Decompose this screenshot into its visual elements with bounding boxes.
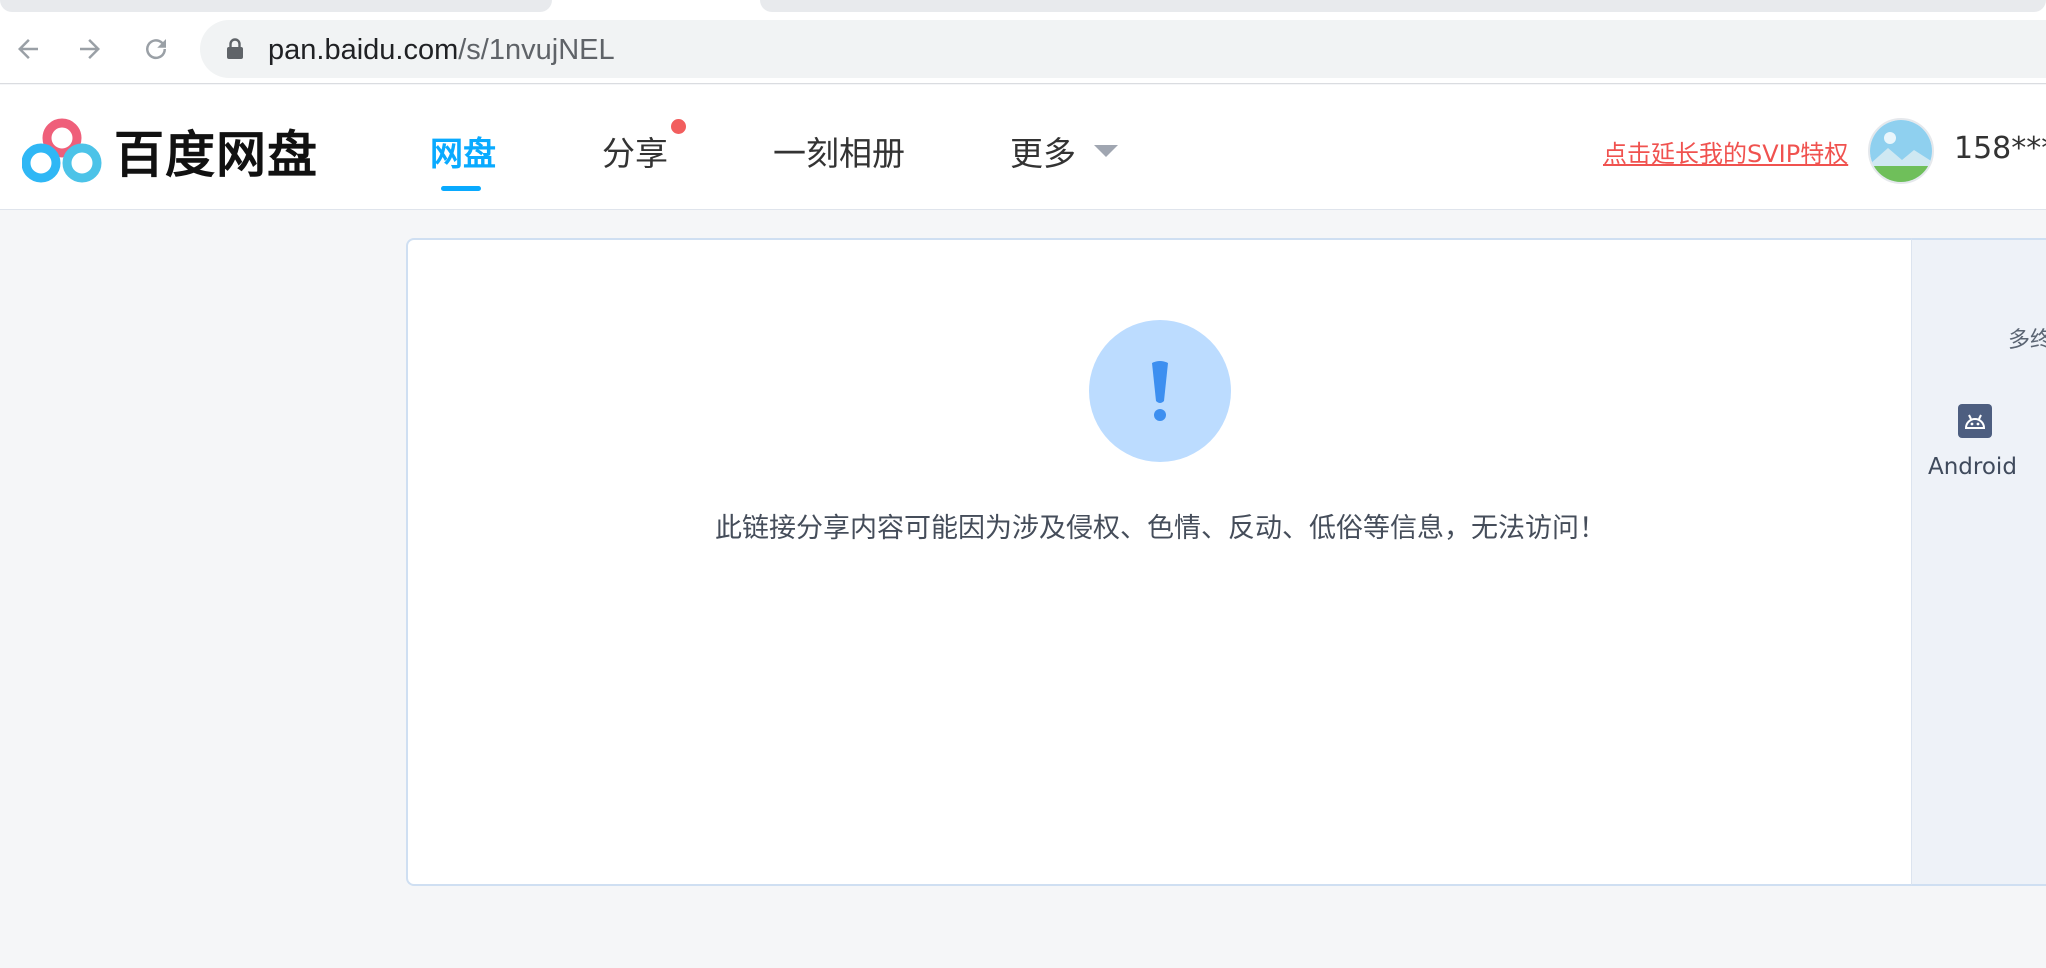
share-error-card: 此链接分享内容可能因为涉及侵权、色情、反动、低俗等信息，无法访问！: [406, 238, 1911, 886]
logo-text: 百度网盘: [114, 126, 318, 184]
svip-renew-link[interactable]: 点击延长我的SVIP特权: [1603, 134, 1848, 169]
lock-icon: [227, 38, 243, 59]
browser-tab-strip: [0, 0, 2046, 14]
baidu-netdisk-logo-icon: [22, 118, 102, 183]
error-message: 此链接分享内容可能因为涉及侵权、色情、反动、低俗等信息，无法访问！: [715, 513, 1606, 544]
avatar-image: [1870, 120, 1932, 182]
reload-button[interactable]: [136, 29, 176, 69]
client-download-panel: 多终 Android: [1911, 238, 2046, 886]
app-header: 百度网盘 网盘 分享 一刻相册 更多 点击延长我的SVIP特权 158***: [0, 85, 2046, 210]
url-host: pan.baidu.com: [268, 34, 459, 66]
browser-toolbar: pan.baidu.com/s/1nvujNEL: [0, 14, 2046, 84]
back-arrow-icon: [18, 39, 38, 59]
browser-tab[interactable]: [0, 0, 552, 12]
browser-tab[interactable]: [760, 0, 2046, 12]
url-path: /s/1nvujNEL: [458, 34, 615, 66]
username[interactable]: 158***: [1954, 131, 2046, 166]
logo[interactable]: 百度网盘: [22, 115, 318, 187]
nav-item-album[interactable]: 一刻相册: [773, 127, 905, 175]
exclamation-icon: [1152, 361, 1168, 421]
nav-item-netdisk[interactable]: 网盘: [430, 127, 496, 175]
avatar[interactable]: [1868, 118, 1934, 184]
notification-dot: [671, 119, 686, 134]
url-text: pan.baidu.com/s/1nvujNEL: [268, 34, 615, 67]
back-button[interactable]: [8, 29, 48, 69]
nav-item-share[interactable]: 分享: [602, 127, 668, 175]
android-download-label[interactable]: Android: [1928, 454, 2017, 480]
reload-icon: [146, 39, 167, 60]
forward-button[interactable]: [70, 29, 110, 69]
android-robot-icon: [1964, 414, 1986, 429]
address-bar[interactable]: pan.baidu.com/s/1nvujNEL: [200, 20, 2046, 78]
android-icon[interactable]: [1958, 404, 1992, 438]
active-nav-indicator: [441, 186, 481, 191]
alert-badge: [1089, 320, 1231, 462]
dropdown-caret-icon[interactable]: [1094, 145, 1118, 157]
nav-item-more[interactable]: 更多: [1010, 127, 1076, 175]
forward-arrow-icon: [80, 39, 100, 59]
side-panel-title: 多终: [2008, 328, 2046, 353]
